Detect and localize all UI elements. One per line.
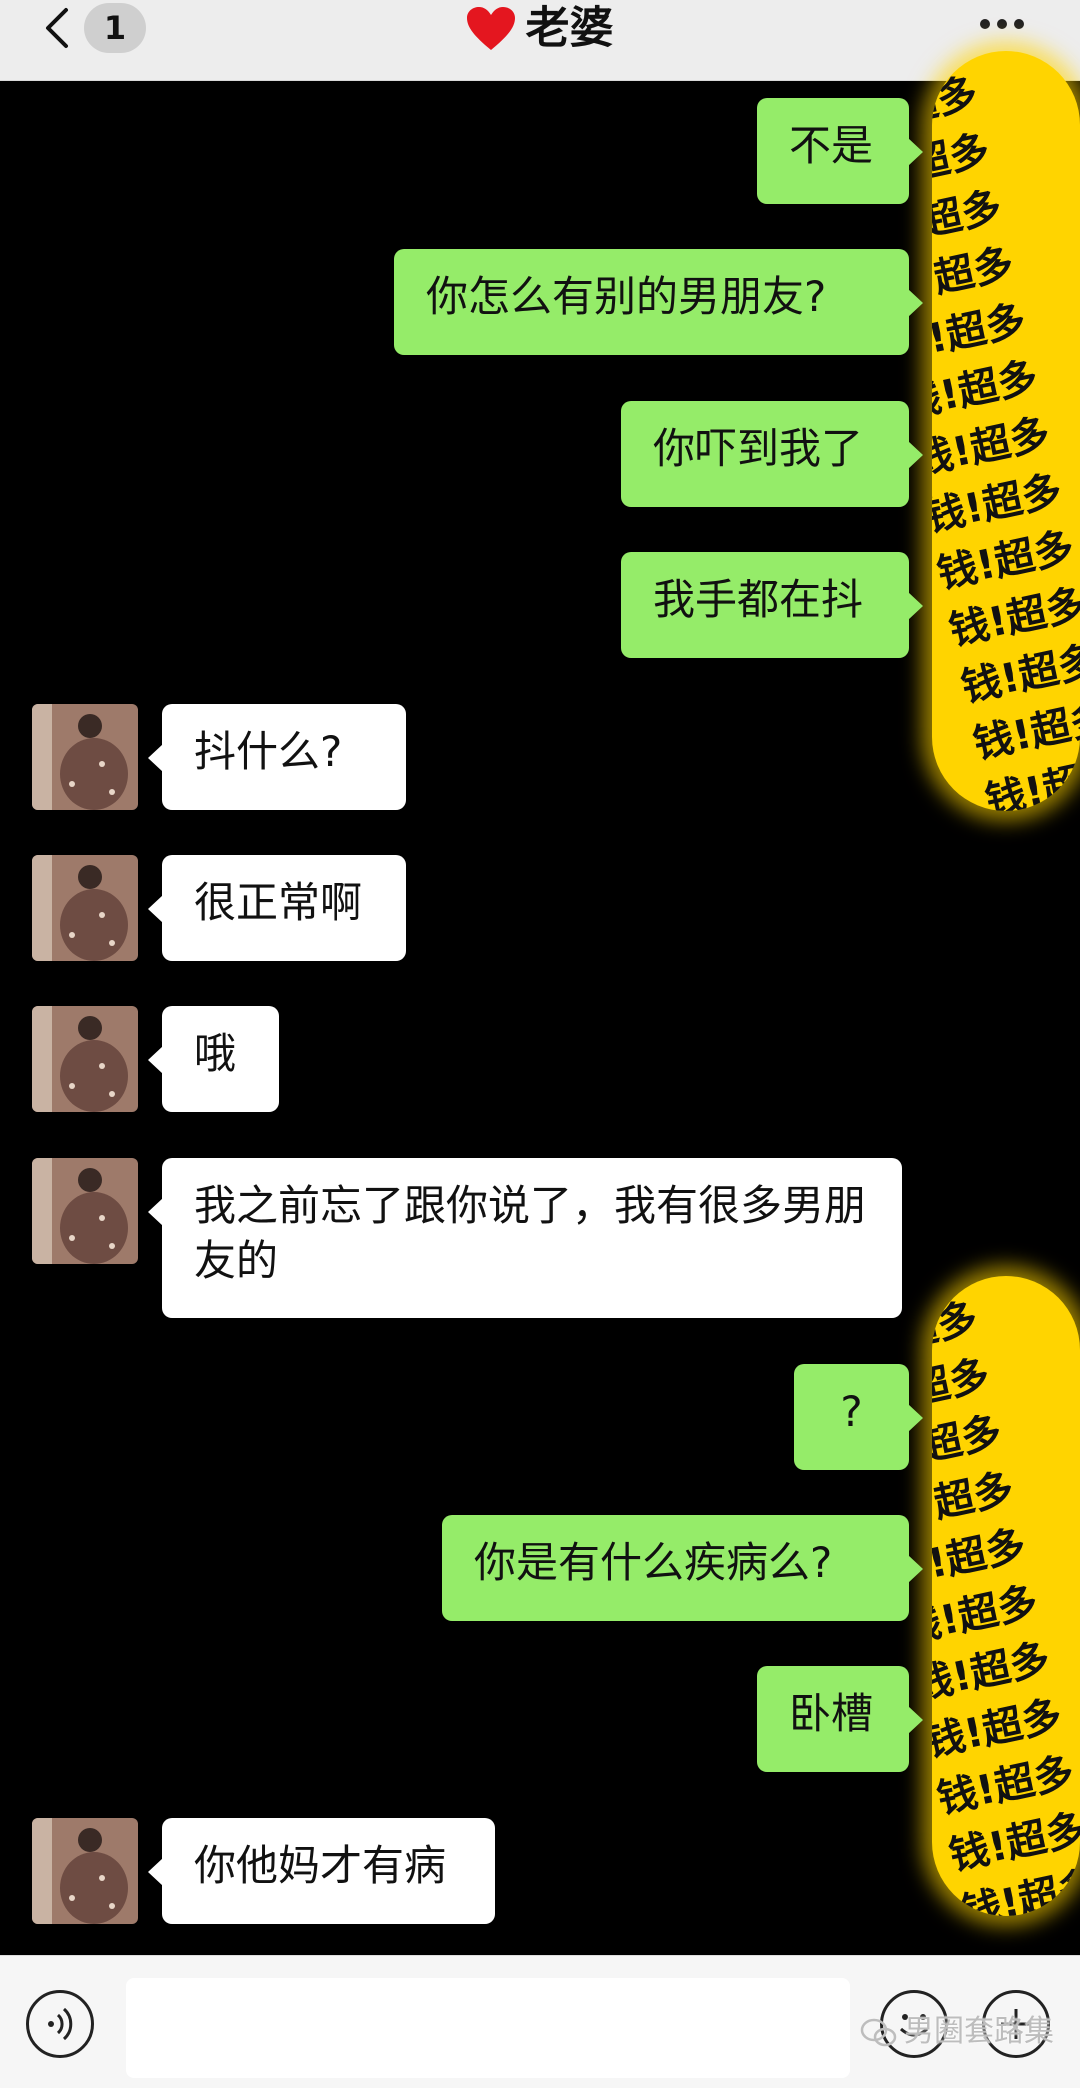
chat-input-bar: 男圈套路集: [0, 1955, 1080, 2088]
dot-icon: [980, 19, 990, 29]
more-options-button[interactable]: [980, 14, 1034, 34]
outgoing-message[interactable]: 不是: [757, 98, 923, 204]
voice-input-button[interactable]: [26, 1990, 94, 2058]
avatar-photo-icon: [32, 1158, 138, 1264]
voice-wave-icon: [48, 2007, 73, 2041]
outgoing-message[interactable]: 你吓到我了: [621, 401, 923, 507]
outgoing-message[interactable]: 卧槽: [757, 1666, 923, 1772]
outgoing-message[interactable]: ?: [794, 1364, 923, 1470]
censor-overlay: 钱!超多钱!超多钱!超多钱!超多钱!超多钱!超多钱!超多钱!超多钱!超多钱!超多…: [932, 51, 1080, 811]
incoming-message[interactable]: 我之前忘了跟你说了，我有很多男朋友的: [148, 1158, 902, 1318]
message-input[interactable]: [126, 1978, 850, 2078]
censor-overlay: 钱!超多钱!超多钱!超多钱!超多钱!超多钱!超多钱!超多钱!超多钱!超多钱!超多…: [932, 1276, 1080, 1916]
contact-avatar[interactable]: [32, 1818, 138, 1924]
contact-avatar[interactable]: [32, 1006, 138, 1112]
chat-message-list[interactable]: 钱!超多钱!超多钱!超多钱!超多钱!超多钱!超多钱!超多钱!超多钱!超多钱!超多…: [0, 51, 1080, 1954]
contact-avatar[interactable]: [32, 855, 138, 961]
incoming-message[interactable]: 抖什么?: [148, 704, 406, 810]
avatar-photo-icon: [32, 855, 138, 961]
outgoing-message[interactable]: 我手都在抖: [621, 552, 923, 658]
dot-icon: [997, 19, 1007, 29]
avatar-photo-icon: [32, 704, 138, 810]
wechat-logo-icon: [860, 2018, 897, 2046]
contact-avatar[interactable]: [32, 1158, 138, 1264]
watermark-text: 男圈套路集: [904, 2014, 1054, 2049]
avatar-photo-icon: [32, 1818, 138, 1924]
incoming-message[interactable]: 你他妈才有病: [148, 1818, 495, 1924]
outgoing-message[interactable]: 你怎么有别的男朋友?: [394, 249, 923, 355]
censor-text: 钱!超多钱!超多钱!超多钱!超多钱!超多钱!超多钱!超多钱!超多钱!超多钱!超多…: [932, 70, 1080, 811]
heart-icon: [467, 6, 516, 50]
incoming-message[interactable]: 哦: [148, 1006, 279, 1112]
contact-avatar[interactable]: [32, 704, 138, 810]
dot-icon: [1014, 19, 1024, 29]
incoming-message[interactable]: 很正常啊: [148, 855, 406, 961]
outgoing-message[interactable]: 你是有什么疾病么?: [442, 1515, 923, 1621]
avatar-photo-icon: [32, 1006, 138, 1112]
watermark: 男圈套路集: [860, 2006, 1054, 2050]
chat-title-area: 老婆: [0, 0, 1080, 56]
censor-text: 钱!超多钱!超多钱!超多钱!超多钱!超多钱!超多钱!超多钱!超多钱!超多钱!超多…: [932, 1295, 1080, 1916]
chat-title: 老婆: [525, 2, 614, 54]
top-nav-bar: 1 老婆: [0, 0, 1080, 81]
